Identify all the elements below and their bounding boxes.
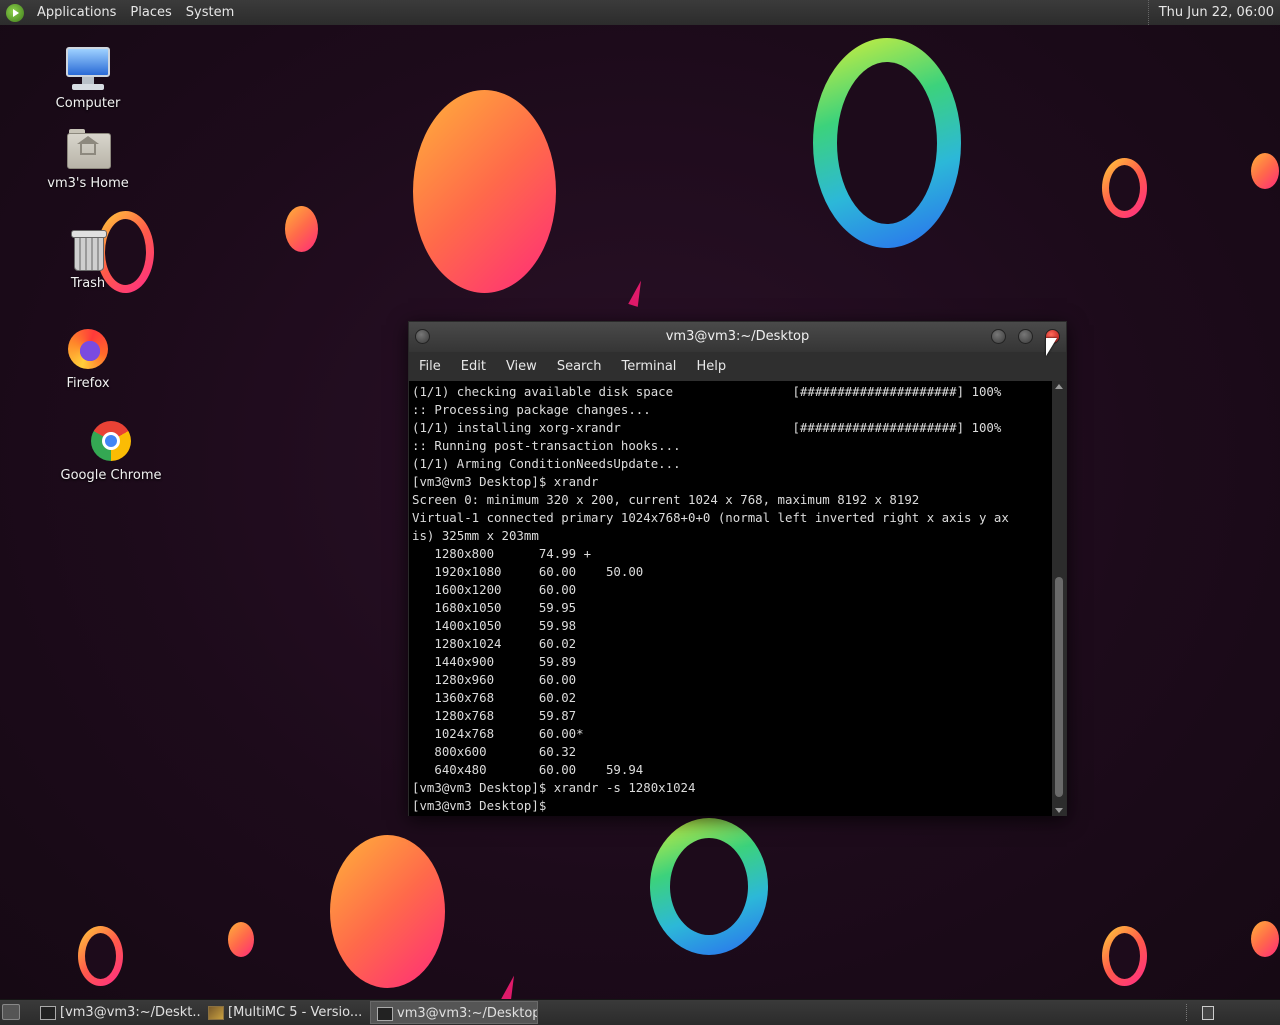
taskbar-item-label: vm3@vm3:~/Desktop (397, 1006, 538, 1021)
applications-menu[interactable]: Applications (30, 5, 123, 20)
computer-icon (64, 45, 112, 93)
wallpaper-spike (628, 279, 646, 307)
mouse-cursor-icon (1046, 338, 1057, 356)
menu-help[interactable]: Help (686, 359, 736, 374)
wallpaper-blob (228, 922, 254, 957)
terminal-output[interactable]: (1/1) checking available disk space [###… (409, 381, 1053, 816)
maximize-button[interactable] (1018, 329, 1033, 344)
window-titlebar[interactable]: vm3@vm3:~/Desktop (409, 322, 1066, 353)
taskbar-item-active[interactable]: vm3@vm3:~/Desktop (370, 1001, 538, 1024)
scroll-up-arrow-icon[interactable] (1055, 384, 1063, 389)
chrome-icon (87, 417, 135, 465)
wallpaper-spike (501, 974, 519, 999)
desktop-icon-home[interactable]: vm3's Home (33, 125, 143, 191)
desktop-icon-chrome[interactable]: Google Chrome (56, 417, 166, 483)
wallpaper-blob (1251, 153, 1279, 189)
wallpaper-ring (1102, 926, 1147, 986)
places-menu[interactable]: Places (123, 5, 178, 20)
terminal-text[interactable]: (1/1) checking available disk space [###… (409, 381, 1053, 815)
taskbar-item-label: [vm3@vm3:~/Deskt... (60, 1005, 202, 1020)
wallpaper-ring (78, 926, 123, 986)
wallpaper-ring (650, 818, 768, 955)
terminal-icon (377, 1007, 393, 1021)
taskbar-item-label: [MultiMC 5 - Versio... (228, 1005, 363, 1020)
desktop-icon-firefox[interactable]: Firefox (33, 325, 143, 391)
desktop-icon-label: Firefox (66, 376, 110, 391)
menu-edit[interactable]: Edit (451, 359, 496, 374)
wallpaper-blob (413, 90, 556, 293)
menu-view[interactable]: View (496, 359, 547, 374)
scroll-down-arrow-icon[interactable] (1055, 808, 1063, 813)
menu-search[interactable]: Search (547, 359, 612, 374)
wallpaper-ring (1102, 158, 1147, 218)
window-title: vm3@vm3:~/Desktop (665, 329, 810, 344)
clock[interactable]: Thu Jun 22, 06:00 (1147, 0, 1280, 25)
wallpaper-blob (1251, 921, 1279, 957)
menu-file[interactable]: File (409, 359, 451, 374)
terminal-icon (40, 1006, 56, 1020)
workspace-switcher-icon[interactable] (1202, 1006, 1214, 1020)
desktop-icon-label: vm3's Home (47, 176, 129, 191)
wallpaper-ring (813, 38, 961, 248)
desktop-icon-trash[interactable]: Trash (33, 225, 143, 291)
terminal-window[interactable]: vm3@vm3:~/Desktop File Edit View Search … (408, 321, 1067, 816)
scrollbar-thumb[interactable] (1055, 577, 1063, 797)
terminal-menubar: File Edit View Search Terminal Help (409, 352, 1066, 381)
taskbar-item[interactable]: [vm3@vm3:~/Deskt... (34, 1001, 202, 1024)
minimize-button[interactable] (991, 329, 1006, 344)
trash-icon (64, 225, 112, 273)
bottom-panel: [vm3@vm3:~/Deskt... [MultiMC 5 - Versio.… (0, 999, 1280, 1025)
menu-terminal[interactable]: Terminal (611, 359, 686, 374)
multimc-icon (208, 1006, 224, 1020)
desktop-icon-computer[interactable]: Computer (33, 45, 143, 111)
home-folder-icon (64, 125, 112, 173)
distro-logo-icon[interactable] (6, 3, 24, 22)
desktop-icon-label: Trash (70, 276, 106, 291)
desktop-icon-label: Computer (55, 96, 121, 111)
system-menu[interactable]: System (179, 5, 241, 20)
show-desktop-icon[interactable] (2, 1004, 20, 1020)
terminal-scrollbar[interactable] (1052, 381, 1066, 816)
wallpaper-blob (330, 835, 445, 988)
top-panel: Applications Places System Thu Jun 22, 0… (0, 0, 1280, 26)
tray-separator (1186, 1004, 1187, 1021)
wallpaper-blob (285, 206, 318, 252)
desktop-icon-label: Google Chrome (60, 468, 162, 483)
taskbar-item[interactable]: [MultiMC 5 - Versio... (202, 1001, 368, 1024)
firefox-icon (64, 325, 112, 373)
